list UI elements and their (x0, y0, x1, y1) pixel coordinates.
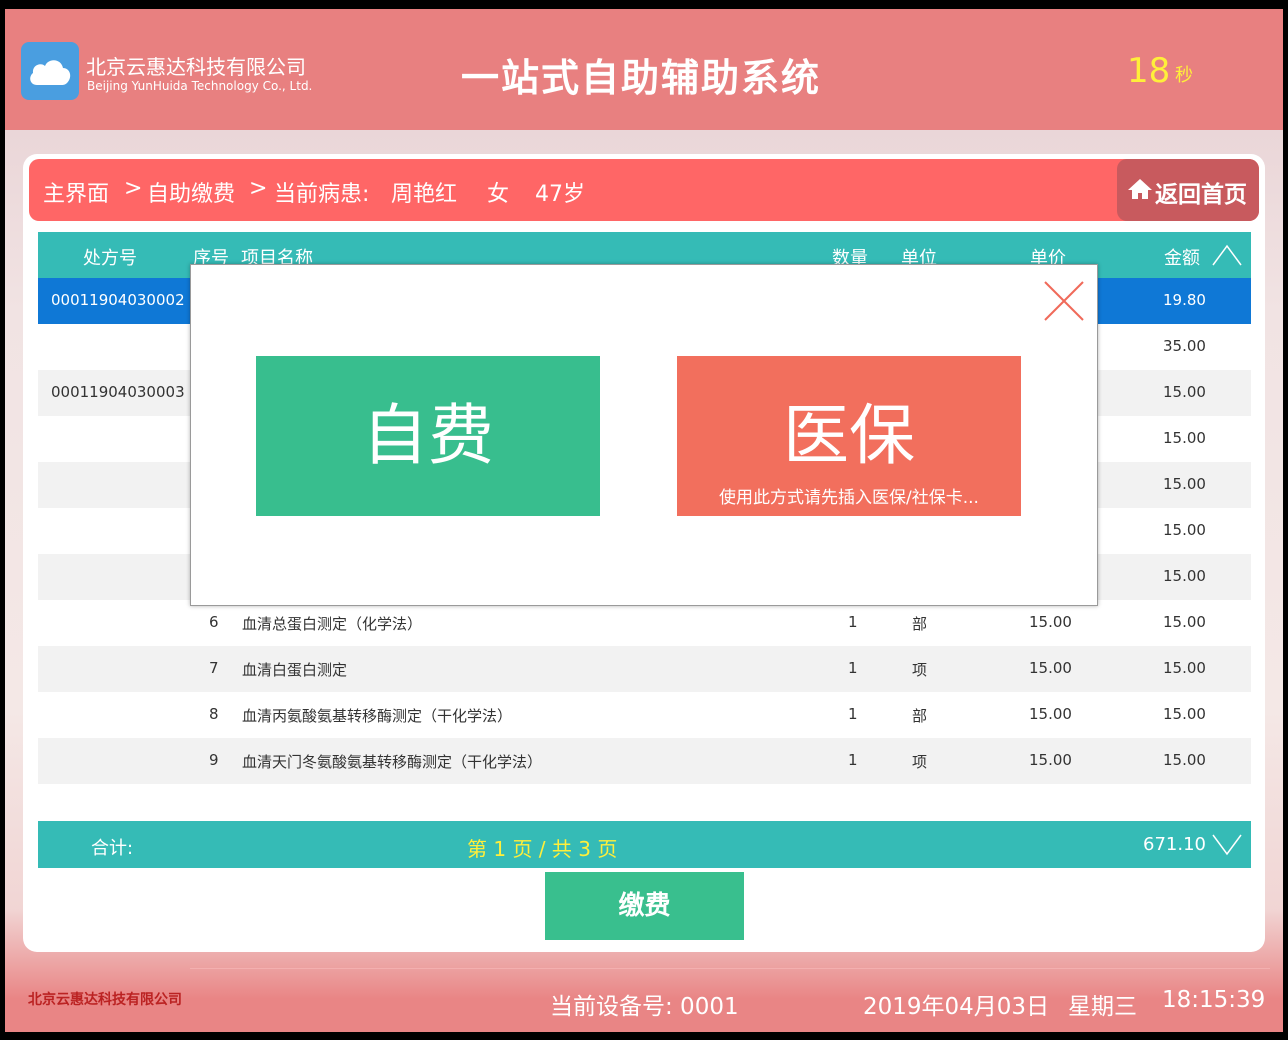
cell-qty: 1 (848, 613, 858, 631)
pagination: 第 1 页 / 共 3 页 (467, 837, 618, 861)
cell-seq: 8 (209, 705, 219, 723)
scroll-down-icon[interactable] (1212, 834, 1242, 856)
app-title: 一站式自助辅助系统 (461, 56, 822, 100)
cell-qty: 1 (848, 705, 858, 723)
home-icon (1128, 179, 1152, 199)
total-label: 合计: (91, 838, 134, 859)
table-row[interactable]: 7 血清白蛋白测定 1 项 15.00 15.00 (38, 646, 1251, 692)
cell-seq: 9 (209, 751, 219, 769)
cell-amount: 15.00 (1163, 429, 1206, 447)
current-weekday: 星期三 (1068, 994, 1137, 1020)
company-name-en: Beijing YunHuida Technology Co., Ltd. (87, 79, 313, 93)
cell-unit: 部 (912, 707, 928, 725)
table-row[interactable]: 8 血清丙氨酸氨基转移酶测定（干化学法） 1 部 15.00 15.00 (38, 692, 1251, 738)
cell-qty: 1 (848, 659, 858, 677)
patient-label: 当前病患: (274, 182, 370, 207)
cell-amount: 15.00 (1163, 567, 1206, 585)
col-amount: 金额 (1164, 248, 1200, 269)
footer-company: 北京云惠达科技有限公司 (28, 992, 182, 1008)
cell-unit: 项 (912, 753, 928, 771)
cell-amount: 15.00 (1163, 751, 1206, 769)
return-home-button[interactable]: 返回首页 (1117, 159, 1259, 221)
divider (190, 968, 1270, 969)
self-pay-button[interactable]: 自费 (256, 356, 600, 516)
patient-age: 47岁 (535, 182, 585, 207)
cell-seq: 6 (209, 613, 219, 631)
countdown-value: 18 (1127, 51, 1171, 91)
device-number: 当前设备号: 0001 (550, 994, 739, 1020)
patient-name: 周艳红 (391, 182, 458, 207)
cell-rx-no: 00011904030003 (51, 383, 185, 401)
breadcrumb-page: 自助缴费 (147, 182, 236, 207)
cell-qty: 1 (848, 751, 858, 769)
current-date: 2019年04月03日 (863, 994, 1050, 1020)
cell-amount: 19.80 (1163, 291, 1206, 309)
kiosk-screen: 北京云惠达科技有限公司 Beijing YunHuida Technology … (5, 9, 1283, 1032)
cell-amount: 15.00 (1163, 705, 1206, 723)
return-home-label: 返回首页 (1155, 182, 1247, 208)
patient-gender: 女 (487, 182, 510, 207)
cell-seq: 7 (209, 659, 219, 677)
header: 北京云惠达科技有限公司 Beijing YunHuida Technology … (5, 9, 1283, 130)
insurance-label: 医保 (783, 397, 915, 474)
table-row[interactable]: 9 血清天门冬氨酸氨基转移酶测定（干化学法） 1 项 15.00 15.00 (38, 738, 1251, 784)
cell-price: 15.00 (1029, 751, 1072, 769)
cell-unit: 项 (912, 661, 928, 679)
cell-price: 15.00 (1029, 705, 1072, 723)
insurance-hint: 使用此方式请先插入医保/社保卡... (719, 488, 979, 508)
cell-amount: 15.00 (1163, 613, 1206, 631)
cell-item: 血清白蛋白测定 (242, 661, 348, 679)
table-footer: 合计: 第 1 页 / 共 3 页 671.10 (38, 821, 1251, 868)
cell-amount: 15.00 (1163, 383, 1206, 401)
company-name-cn: 北京云惠达科技有限公司 (86, 55, 306, 79)
current-time: 18:15:39 (1162, 987, 1266, 1013)
pay-button[interactable]: 缴费 (545, 872, 744, 940)
cell-unit: 部 (912, 615, 928, 633)
countdown-unit: 秒 (1175, 65, 1193, 86)
breadcrumb: 主界面 > 自助缴费 > 当前病患: 周艳红 女 47岁 返回首页 (29, 159, 1259, 221)
cell-item: 血清总蛋白测定（化学法） (242, 615, 423, 633)
breadcrumb-home[interactable]: 主界面 (43, 176, 109, 208)
insurance-pay-button[interactable]: 医保 使用此方式请先插入医保/社保卡... (677, 356, 1021, 516)
cell-price: 15.00 (1029, 659, 1072, 677)
cell-price: 15.00 (1029, 613, 1072, 631)
breadcrumb-separator: > (249, 176, 268, 201)
cell-rx-no: 00011904030002 (51, 291, 185, 309)
scroll-up-icon[interactable] (1212, 244, 1242, 266)
table-row[interactable]: 6 血清总蛋白测定（化学法） 1 部 15.00 15.00 (38, 600, 1251, 646)
payment-method-dialog: 自费 医保 使用此方式请先插入医保/社保卡... (190, 264, 1098, 606)
breadcrumb-separator: > (124, 176, 143, 201)
cell-item: 血清丙氨酸氨基转移酶测定（干化学法） (242, 707, 513, 725)
close-icon[interactable] (1043, 280, 1085, 322)
cell-item: 血清天门冬氨酸氨基转移酶测定（干化学法） (242, 753, 543, 771)
self-pay-label: 自费 (362, 397, 494, 474)
cell-amount: 15.00 (1163, 475, 1206, 493)
cell-amount: 35.00 (1163, 337, 1206, 355)
col-rx-no: 处方号 (83, 248, 137, 269)
cell-amount: 15.00 (1163, 659, 1206, 677)
cell-amount: 15.00 (1163, 521, 1206, 539)
total-amount: 671.10 (1143, 834, 1206, 855)
cloud-logo-icon (21, 42, 79, 100)
